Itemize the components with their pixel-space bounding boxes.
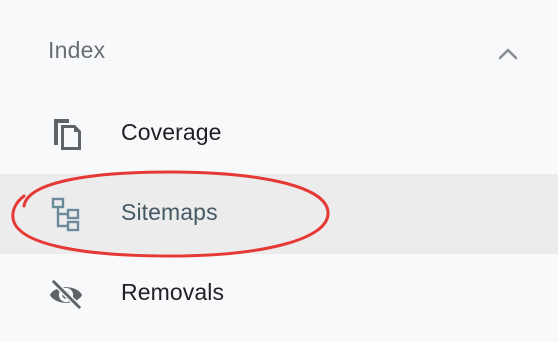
eye-off-icon <box>48 276 84 312</box>
nav-label-coverage: Coverage <box>121 119 222 145</box>
index-section-header[interactable]: Index <box>0 22 558 82</box>
nav-item-sitemaps[interactable]: Sitemaps <box>0 174 558 254</box>
copy-pages-icon <box>48 116 84 152</box>
nav-item-coverage[interactable]: Coverage <box>0 94 558 174</box>
index-nav-panel: Index Coverage Sitemaps Removals <box>0 0 558 342</box>
nav-label-removals: Removals <box>121 279 225 305</box>
section-title: Index <box>48 37 106 63</box>
nav-label-sitemaps: Sitemaps <box>121 199 218 225</box>
sitemap-tree-icon <box>48 196 84 232</box>
nav-item-removals[interactable]: Removals <box>0 254 558 334</box>
chevron-up-icon[interactable] <box>492 40 524 66</box>
